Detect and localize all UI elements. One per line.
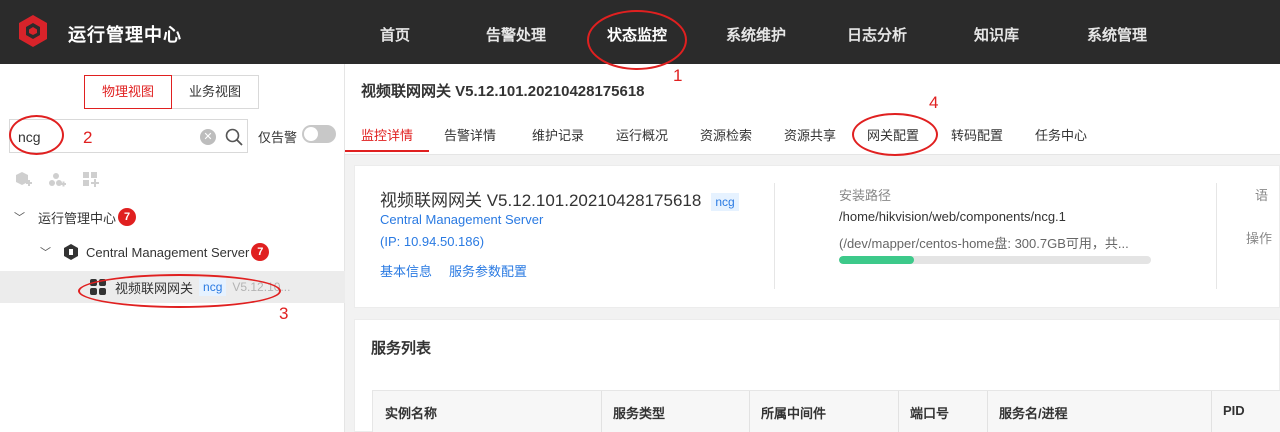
add-group-icon[interactable] — [48, 171, 66, 189]
main-header: 视频联网网关 V5.12.101.20210428175618 监控详情 告警详… — [345, 64, 1280, 155]
column-header-service-type: 服务类型 — [613, 406, 666, 421]
server-link[interactable]: Central Management Server — [380, 212, 543, 227]
annotation-number-4: 4 — [929, 93, 939, 112]
install-path-value: /home/hikvision/web/components/ncg.1 — [839, 209, 1066, 224]
disk-usage-bar — [839, 256, 1151, 264]
column-header-service-process: 服务名/进程 — [999, 406, 1068, 421]
annotation-number-2: 2 — [83, 128, 93, 147]
tab-resource-search[interactable]: 资源检索 — [700, 125, 752, 144]
install-path-label: 安装路径 — [839, 188, 892, 203]
annotation-circle-1 — [587, 10, 687, 70]
add-component-icon[interactable] — [82, 171, 100, 189]
tab-monitor-details[interactable]: 监控详情 — [361, 125, 413, 144]
tree-node-label: Central Management Server — [86, 244, 250, 260]
nav-item-alarm-handling[interactable]: 告警处理 — [486, 24, 546, 45]
nav-item-log-analysis[interactable]: 日志分析 — [847, 24, 907, 45]
service-params-link[interactable]: 服务参数配置 — [449, 261, 527, 280]
column-separator — [1211, 391, 1212, 432]
alarm-only-toggle[interactable] — [302, 125, 336, 143]
tab-maintenance-records[interactable]: 维护记录 — [532, 125, 584, 144]
tree-node-server[interactable]: ﹀ Central Management Server 7 — [0, 236, 345, 268]
column-header-middleware: 所属中间件 — [761, 406, 827, 421]
chevron-down-icon[interactable]: ﹀ — [14, 209, 30, 225]
card-title-text: 视频联网网关 V5.12.101.20210428175618 — [380, 191, 702, 210]
operation-label: 操作 — [1246, 231, 1273, 246]
active-tab-indicator — [345, 150, 429, 152]
tab-business-view[interactable]: 业务视图 — [172, 75, 260, 109]
alarm-count-badge: 7 — [251, 243, 270, 261]
divider — [1216, 183, 1217, 289]
app-logo-icon — [19, 15, 47, 47]
annotation-number-3: 3 — [279, 304, 289, 323]
column-separator — [987, 391, 988, 432]
annotation-circle-2 — [9, 115, 64, 155]
tab-resource-sharing[interactable]: 资源共享 — [784, 125, 836, 144]
tab-physical-view[interactable]: 物理视图 — [84, 75, 173, 109]
view-toggle: 物理视图 业务视图 — [84, 75, 260, 109]
main-panel: 视频联网网关 V5.12.101.20210428175618 监控详情 告警详… — [345, 64, 1280, 432]
alarm-count-badge: 7 — [118, 208, 137, 226]
brand: 运行管理中心 — [0, 0, 345, 64]
page-title: 视频联网网关 V5.12.101.20210428175618 — [361, 83, 645, 100]
disk-usage-fill — [839, 256, 914, 264]
side-label: 语 — [1255, 188, 1269, 203]
column-header-pid: PID — [1223, 403, 1245, 418]
add-device-icon[interactable] — [14, 171, 32, 189]
nav-item-system-maintenance[interactable]: 系统维护 — [726, 24, 786, 45]
divider — [774, 183, 775, 289]
ip-link[interactable]: (IP: 10.94.50.186) — [380, 234, 484, 249]
tab-alarm-details[interactable]: 告警详情 — [444, 125, 496, 144]
search-icon[interactable] — [224, 127, 244, 147]
nav-item-home[interactable]: 首页 — [380, 24, 410, 45]
column-separator — [601, 391, 602, 432]
service-list-title: 服务列表 — [371, 340, 432, 357]
annotation-number-1: 1 — [673, 66, 683, 85]
tree-toolbar — [14, 171, 116, 189]
nav-item-knowledge-base[interactable]: 知识库 — [974, 24, 1019, 45]
tab-transcode-config[interactable]: 转码配置 — [951, 125, 1003, 144]
tab-run-overview[interactable]: 运行概况 — [616, 125, 668, 144]
annotation-circle-4 — [852, 113, 938, 156]
nav-item-system-management[interactable]: 系统管理 — [1087, 24, 1147, 45]
column-header-instance: 实例名称 — [385, 406, 438, 421]
column-separator — [898, 391, 899, 432]
tree-node-label: 运行管理中心 — [38, 210, 117, 226]
card-title: 视频联网网关 V5.12.101.20210428175618 ncg — [380, 186, 739, 211]
clear-icon[interactable]: ✕ — [200, 129, 216, 145]
ncg-tag: ncg — [711, 193, 739, 211]
basic-info-link[interactable]: 基本信息 — [380, 261, 432, 280]
annotation-circle-3 — [78, 274, 281, 308]
column-header-port: 端口号 — [910, 406, 950, 421]
disk-info: (/dev/mapper/centos-home盘: 300.7GB可用，共..… — [839, 236, 1129, 251]
service-table-header: 实例名称 服务类型 所属中间件 端口号 服务名/进程 PID — [372, 390, 1280, 432]
app-title: 运行管理中心 — [68, 25, 182, 45]
gateway-info-card: 视频联网网关 V5.12.101.20210428175618 ncg Centr… — [354, 165, 1280, 308]
tab-task-center[interactable]: 任务中心 — [1035, 125, 1087, 144]
column-separator — [749, 391, 750, 432]
chevron-down-icon[interactable]: ﹀ — [40, 244, 56, 260]
tree-node-root[interactable]: ﹀ 运行管理中心 7 — [0, 201, 345, 233]
alarm-only-label: 仅告警 — [258, 130, 298, 145]
service-list-card: 服务列表 实例名称 服务类型 所属中间件 端口号 服务名/进程 PID — [354, 319, 1280, 432]
server-icon — [64, 244, 78, 260]
